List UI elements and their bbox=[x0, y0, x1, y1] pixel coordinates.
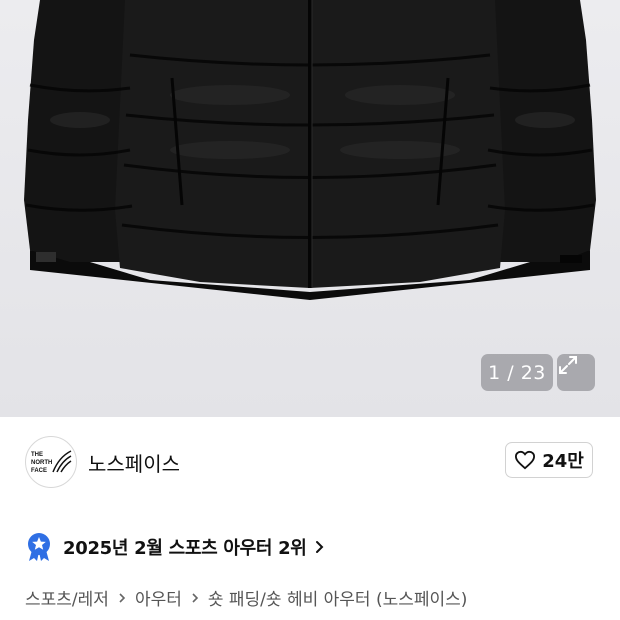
logo-text-the: THE bbox=[31, 452, 43, 458]
expand-arrows-icon bbox=[559, 356, 577, 374]
brand-row: THE NORTH FACE 노스페이스 24만 bbox=[0, 417, 620, 507]
ranking-text: 2025년 2월 스포츠 아우터 2위 bbox=[63, 538, 307, 559]
breadcrumb-item-sports[interactable]: 스포츠/레저 bbox=[25, 585, 109, 610]
breadcrumb-item-outer[interactable]: 아우터 bbox=[135, 585, 182, 610]
chevron-right-icon bbox=[315, 540, 325, 554]
star-medal-icon bbox=[28, 533, 50, 561]
chevron-right-icon bbox=[191, 592, 199, 604]
brand-name[interactable]: 노스페이스 bbox=[88, 448, 180, 477]
breadcrumb-item-short-padding[interactable]: 숏 패딩/숏 헤비 아우터 (노스페이스) bbox=[208, 585, 468, 610]
image-counter: 1 / 23 bbox=[481, 354, 553, 391]
north-face-logo-icon: THE NORTH FACE bbox=[31, 450, 72, 474]
like-button[interactable]: 24만 bbox=[505, 442, 593, 478]
like-count: 24만 bbox=[542, 451, 584, 472]
chevron-right-icon bbox=[118, 592, 126, 604]
logo-text-face: FACE bbox=[31, 468, 47, 474]
logo-text-north: NORTH bbox=[31, 460, 52, 466]
expand-button[interactable] bbox=[557, 354, 595, 391]
ranking-link[interactable]: 2025년 2월 스포츠 아우터 2위 bbox=[25, 532, 325, 562]
brand-logo[interactable]: THE NORTH FACE bbox=[25, 436, 77, 488]
breadcrumb: 스포츠/레저 아우터 숏 패딩/숏 헤비 아우터 (노스페이스) bbox=[25, 585, 467, 610]
heart-icon bbox=[515, 450, 536, 470]
product-image-gallery[interactable]: 1 / 23 bbox=[0, 0, 620, 417]
